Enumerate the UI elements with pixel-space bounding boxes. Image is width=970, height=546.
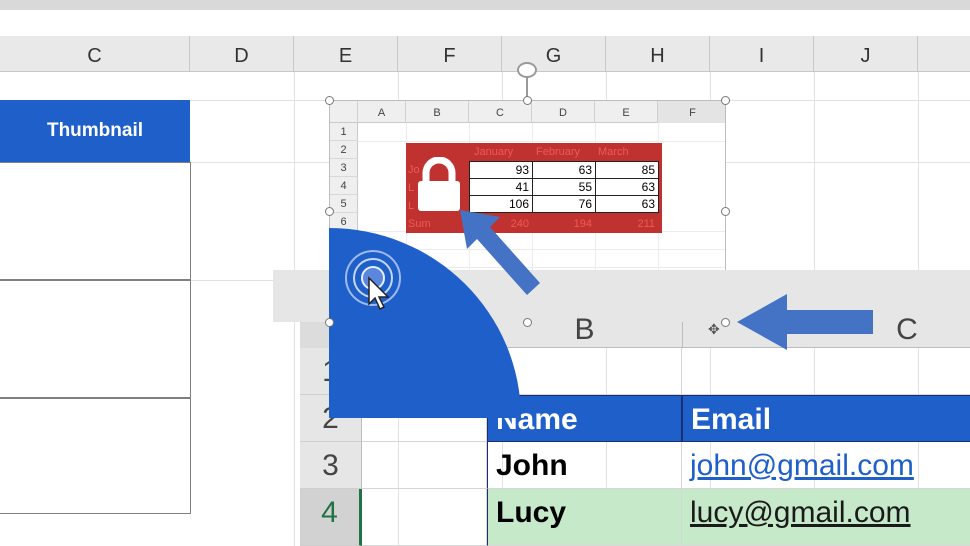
column-header-d[interactable]: D bbox=[190, 36, 294, 72]
resize-handle[interactable] bbox=[721, 96, 730, 105]
email-link[interactable]: john@gmail.com bbox=[682, 442, 970, 489]
picture-gridline bbox=[358, 141, 725, 142]
thumbnail-cell[interactable] bbox=[0, 280, 191, 398]
column-header-j[interactable]: J bbox=[814, 36, 918, 72]
zoom-row-header-selected[interactable]: 4 bbox=[300, 489, 362, 546]
zoom-column-header-b[interactable]: B bbox=[487, 300, 682, 348]
thumbnail-header-cell[interactable]: Thumbnail bbox=[0, 100, 190, 162]
email-header-cell[interactable]: Email bbox=[682, 395, 970, 442]
picture-value: 41 bbox=[469, 178, 533, 196]
mouse-pointer-icon bbox=[367, 276, 393, 312]
resize-handle[interactable] bbox=[523, 318, 532, 327]
picture-col: B bbox=[406, 101, 469, 123]
cell[interactable] bbox=[362, 489, 487, 546]
rotate-handle-icon[interactable] bbox=[517, 62, 537, 78]
cell[interactable] bbox=[682, 348, 970, 395]
formula-gap bbox=[0, 10, 970, 36]
thumbnail-cell[interactable] bbox=[0, 398, 191, 514]
picture-value: 85 bbox=[595, 161, 659, 179]
resize-handle[interactable] bbox=[523, 96, 532, 105]
picture-value: 63 bbox=[595, 178, 659, 196]
ribbon-edge bbox=[0, 0, 970, 10]
column-header-f[interactable]: F bbox=[398, 36, 502, 72]
column-header-e[interactable]: E bbox=[294, 36, 398, 72]
resize-handle[interactable] bbox=[325, 96, 334, 105]
move-cursor-icon: ✥ bbox=[708, 321, 720, 337]
picture-col: A bbox=[358, 101, 406, 123]
resize-handle[interactable] bbox=[721, 318, 730, 327]
picture-value: 63 bbox=[532, 161, 596, 179]
picture-col: F bbox=[658, 101, 725, 123]
zoom-column-header-c[interactable]: C bbox=[870, 300, 944, 348]
picture-corner bbox=[330, 101, 358, 123]
picture-row-label: Sum bbox=[408, 218, 431, 230]
cell[interactable] bbox=[362, 442, 487, 489]
arrow-left-icon bbox=[735, 292, 875, 352]
picture-col: E bbox=[595, 101, 658, 123]
picture-col: C bbox=[469, 101, 532, 123]
picture-row: 3 bbox=[330, 159, 358, 177]
column-header-c[interactable]: C bbox=[0, 36, 190, 72]
picture-row: 2 bbox=[330, 141, 358, 159]
picture-month: January bbox=[474, 146, 514, 158]
column-header-h[interactable]: H bbox=[606, 36, 710, 72]
picture-sum: 211 bbox=[637, 218, 655, 230]
column-header-k[interactable] bbox=[918, 36, 970, 72]
picture-value: 93 bbox=[469, 161, 533, 179]
picture-row: 5 bbox=[330, 195, 358, 213]
email-link[interactable]: lucy@gmail.com bbox=[682, 489, 970, 546]
resize-handle[interactable] bbox=[325, 207, 334, 216]
picture-row: 1 bbox=[330, 123, 358, 141]
picture-col: D bbox=[532, 101, 595, 123]
picture-value: 55 bbox=[532, 178, 596, 196]
resize-handle[interactable] bbox=[721, 207, 730, 216]
resize-handle[interactable] bbox=[325, 318, 334, 327]
thumbnail-cell[interactable] bbox=[0, 162, 191, 280]
picture-value: 63 bbox=[595, 195, 659, 213]
picture-row: 4 bbox=[330, 177, 358, 195]
name-cell[interactable]: Lucy bbox=[487, 489, 682, 546]
picture-month: March bbox=[598, 146, 629, 158]
picture-month: February bbox=[536, 146, 581, 158]
name-cell[interactable]: John bbox=[487, 442, 682, 489]
column-header-i[interactable]: I bbox=[710, 36, 814, 72]
arrow-pointer-icon bbox=[455, 205, 555, 300]
zoom-row-header[interactable]: 3 bbox=[300, 442, 362, 489]
zoom-col-sep bbox=[682, 322, 683, 348]
